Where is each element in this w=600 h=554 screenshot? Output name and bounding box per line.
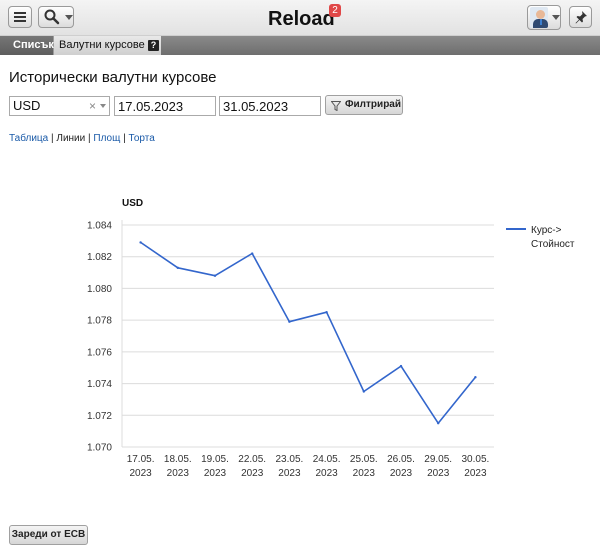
y-tick-label: 1.082	[87, 252, 112, 263]
view-switcher: Таблица | Линии | Площ | Торта	[9, 133, 155, 144]
x-tick-label: 22.05.	[238, 454, 266, 465]
x-tick-label: 29.05.	[424, 454, 452, 465]
x-tick-label: 2023	[241, 468, 264, 479]
x-tick-label: 2023	[167, 468, 190, 479]
x-tick-label: 24.05.	[313, 454, 341, 465]
x-tick-label: 30.05.	[461, 454, 489, 465]
chevron-down-icon	[552, 15, 560, 20]
x-tick-label: 18.05.	[164, 454, 192, 465]
x-tick-label: 2023	[315, 468, 338, 479]
currency-select-value: USD	[13, 98, 41, 113]
x-tick-label: 2023	[427, 468, 450, 479]
date-to-field[interactable]	[219, 96, 321, 116]
data-point	[213, 274, 217, 277]
data-point	[325, 311, 328, 314]
x-tick-label: 2023	[204, 468, 227, 479]
x-tick-label: 17.05.	[127, 454, 155, 465]
line-chart: USD 1.084 1.082 1.080 1.078 1.076 1.074 1.072 1.…	[87, 198, 575, 479]
user-menu-button[interactable]	[527, 5, 561, 30]
y-tick-label: 1.084	[87, 221, 112, 232]
app-title: Reload	[268, 8, 335, 30]
tab-currency-rates-label: Валутни курсове	[59, 39, 145, 51]
y-axis-title: USD	[122, 198, 143, 209]
view-lines-link[interactable]: Линии	[56, 133, 85, 144]
y-tick-label: 1.072	[87, 411, 112, 422]
x-tick-label: 2023	[129, 468, 152, 479]
x-tick-label: 2023	[353, 468, 376, 479]
filter-button-label: Филтрирай	[345, 99, 402, 110]
y-tick-label: 1.070	[87, 443, 112, 454]
legend-label: Курс->	[531, 225, 562, 236]
y-tick-label: 1.076	[87, 347, 112, 358]
x-tick-label: 2023	[278, 468, 301, 479]
tab-currency-rates[interactable]: Валутни курсове ?	[54, 36, 161, 55]
data-point	[437, 422, 440, 425]
data-point	[399, 364, 403, 368]
clear-icon[interactable]: ×	[89, 97, 96, 115]
pin-icon	[575, 11, 587, 24]
search-button[interactable]	[38, 6, 74, 28]
legend-label: Стойност	[531, 239, 575, 250]
currency-select[interactable]: USD ×	[9, 96, 110, 116]
x-tick-label: 23.05.	[275, 454, 303, 465]
x-tick-label: 2023	[390, 468, 413, 479]
data-point	[474, 376, 477, 379]
view-area-link[interactable]: Площ	[93, 133, 120, 144]
x-tick-label: 2023	[464, 468, 487, 479]
page-title: Исторически валутни курсове	[9, 69, 217, 86]
view-separator: |	[123, 133, 126, 144]
chevron-down-icon[interactable]	[100, 104, 106, 108]
view-table-link[interactable]: Таблица	[9, 133, 48, 144]
data-point	[251, 252, 254, 255]
data-point	[139, 241, 142, 244]
filter-icon	[331, 101, 341, 111]
top-bar: Reload 2	[0, 0, 600, 36]
pin-button[interactable]	[569, 6, 592, 28]
chevron-down-icon	[65, 14, 73, 20]
y-tick-label: 1.080	[87, 284, 112, 295]
menu-button[interactable]	[8, 6, 32, 28]
view-separator: |	[88, 133, 91, 144]
view-separator: |	[51, 133, 54, 144]
menu-icon	[14, 12, 26, 22]
tab-list[interactable]: Списък	[0, 36, 54, 55]
data-point	[362, 390, 365, 393]
notification-badge[interactable]: 2	[329, 4, 341, 17]
filter-button[interactable]: Филтрирай	[325, 95, 403, 115]
x-tick-label: 26.05.	[387, 454, 415, 465]
y-tick-label: 1.074	[87, 379, 112, 390]
date-from-field[interactable]	[114, 96, 216, 116]
x-tick-label: 25.05.	[350, 454, 378, 465]
data-point	[288, 320, 291, 323]
avatar-icon	[530, 7, 548, 28]
series-line	[140, 241, 477, 424]
tab-bar: Списък Валутни курсове ?	[0, 36, 600, 55]
data-point	[176, 266, 179, 270]
load-from-ecb-button[interactable]: Зареди от ECB	[9, 525, 88, 545]
y-tick-label: 1.078	[87, 316, 112, 327]
search-icon	[44, 9, 60, 25]
view-pie-link[interactable]: Торта	[129, 133, 155, 144]
help-icon[interactable]: ?	[148, 40, 159, 51]
x-tick-label: 19.05.	[201, 454, 229, 465]
